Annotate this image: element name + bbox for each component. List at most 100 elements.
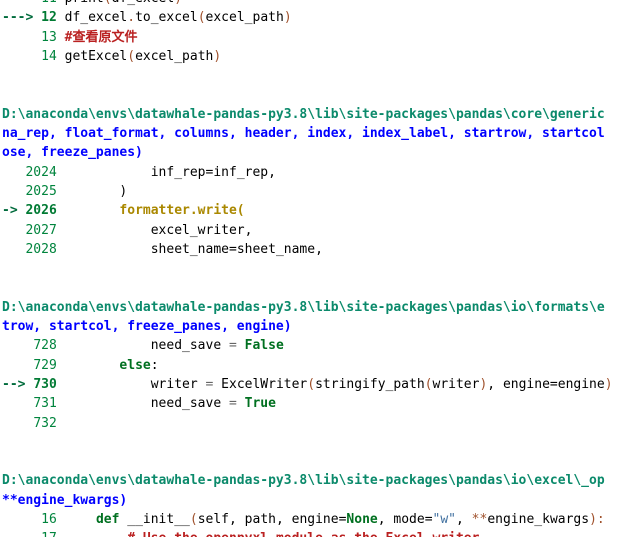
signature-text: ose, freeze_panes) bbox=[2, 145, 143, 161]
code-token: df_excel bbox=[64, 10, 128, 26]
source-line-number: 11 bbox=[41, 0, 57, 6]
traceback-file-path: D:\anaconda\envs\datawhale-pandas-py3.8\… bbox=[0, 105, 620, 124]
code-token: engine_kwargs bbox=[487, 512, 590, 528]
file-path-text: D:\anaconda\envs\datawhale-pandas-py3.8\… bbox=[2, 299, 605, 315]
code-token: . bbox=[127, 10, 136, 26]
code-comment: #查看原文件 bbox=[64, 29, 138, 45]
code-keyword: else bbox=[119, 357, 151, 373]
traceback-blank-line bbox=[0, 452, 620, 471]
file-path-text: D:\anaconda\envs\datawhale-pandas-py3.8\… bbox=[2, 106, 605, 122]
traceback-file-path: D:\anaconda\envs\datawhale-pandas-py3.8\… bbox=[0, 471, 620, 490]
current-frame-arrow-icon: -> bbox=[2, 203, 26, 219]
traceback-code-line: 2027 excel_writer, bbox=[0, 221, 620, 240]
code-keyword: True bbox=[244, 396, 276, 412]
traceback-blank-line bbox=[0, 278, 620, 297]
code-token: writer bbox=[56, 376, 206, 392]
signature-text: na_rep, float_format, columns, header, i… bbox=[2, 126, 605, 142]
code-token: inf_rep bbox=[56, 164, 206, 180]
source-line-number: 2028 bbox=[25, 241, 57, 257]
traceback-output: 11 print(df_excel)---> 12 df_excel.to_ex… bbox=[0, 0, 620, 537]
code-token: ) bbox=[213, 48, 222, 64]
code-token: print bbox=[65, 0, 104, 6]
traceback-blank-line bbox=[0, 85, 620, 104]
code-token: excel_path bbox=[135, 48, 214, 64]
code-string: "w" bbox=[432, 512, 457, 528]
traceback-code-line: 17 # Use the openpyxl module as the Exce… bbox=[0, 529, 620, 537]
code-token: ( bbox=[127, 48, 136, 64]
code-token: sheet_name bbox=[56, 241, 229, 257]
code-token: = bbox=[228, 338, 237, 354]
source-line-number: 14 bbox=[41, 48, 57, 64]
code-token: inf_rep, bbox=[213, 164, 276, 180]
code-token: writer bbox=[432, 376, 480, 392]
traceback-function-signature: na_rep, float_format, columns, header, i… bbox=[0, 124, 620, 143]
code-token: ) bbox=[589, 512, 597, 528]
traceback-code-line: 2025 ) bbox=[0, 182, 620, 201]
code-token: ) bbox=[283, 10, 292, 26]
code-keyword: None bbox=[346, 512, 378, 528]
source-line-number: 16 bbox=[41, 512, 57, 528]
traceback-code-line: 14 getExcel(excel_path) bbox=[0, 47, 620, 66]
code-token: need_save bbox=[56, 396, 229, 412]
code-token: excel_path bbox=[205, 10, 284, 26]
code-token: ( bbox=[424, 376, 433, 392]
code-token: : bbox=[150, 357, 159, 373]
source-line-number: 17 bbox=[41, 531, 57, 537]
code-token: ExcelWriter bbox=[213, 376, 308, 392]
traceback-code-line: 16 def __init__(self, path, engine = None,… bbox=[0, 510, 620, 529]
code-token: = bbox=[228, 241, 237, 257]
code-token: excel_writer, bbox=[56, 222, 253, 238]
source-line-number: 13 bbox=[41, 29, 57, 45]
source-line-number: 728 bbox=[33, 338, 57, 354]
traceback-code-line: 13 #查看原文件 bbox=[0, 28, 620, 47]
traceback-current-line: -> 2026 formatter.write( bbox=[0, 201, 620, 220]
source-line-number: 729 bbox=[33, 357, 57, 373]
code-comment: # Use the openpyxl module as the Excel w… bbox=[127, 531, 487, 537]
code-token: getExcel bbox=[64, 48, 128, 64]
traceback-code-line: 732 bbox=[0, 414, 620, 433]
traceback-blank-line bbox=[0, 66, 620, 85]
traceback-code-line: 729 else: bbox=[0, 356, 620, 375]
traceback-function-signature: **engine_kwargs) bbox=[0, 491, 620, 510]
source-line-number: 2025 bbox=[25, 183, 57, 199]
traceback-code-line: 728 need_save = False bbox=[0, 336, 620, 355]
source-line-number: 12 bbox=[41, 10, 57, 26]
code-token: ( bbox=[104, 0, 112, 6]
code-token: to_excel bbox=[135, 10, 198, 26]
code-token: , bbox=[456, 512, 472, 528]
traceback-file-path: D:\anaconda\envs\datawhale-pandas-py3.8\… bbox=[0, 298, 620, 317]
traceback-current-line: --> 730 writer = ExcelWriter(stringify_p… bbox=[0, 375, 620, 394]
code-token: ) bbox=[604, 376, 613, 392]
code-token: df_excel bbox=[112, 0, 175, 6]
traceback-blank-line bbox=[0, 433, 620, 452]
source-line-number: 2026 bbox=[25, 203, 57, 219]
source-line-number: 730 bbox=[33, 376, 57, 392]
traceback-code-line: 2024 inf_rep=inf_rep, bbox=[0, 163, 620, 182]
code-token: = bbox=[549, 376, 558, 392]
code-token: : bbox=[596, 512, 605, 528]
source-line-number: 732 bbox=[33, 415, 57, 431]
traceback-function-signature: trow, startcol, freeze_panes, engine) bbox=[0, 317, 620, 336]
signature-text: trow, startcol, freeze_panes, engine) bbox=[2, 319, 292, 335]
code-token: __init__ bbox=[127, 512, 190, 528]
current-frame-arrow-icon: --> bbox=[2, 376, 34, 392]
traceback-code-line: 731 need_save = True bbox=[0, 394, 620, 413]
code-token: = bbox=[228, 396, 237, 412]
code-token: ) bbox=[174, 0, 182, 6]
